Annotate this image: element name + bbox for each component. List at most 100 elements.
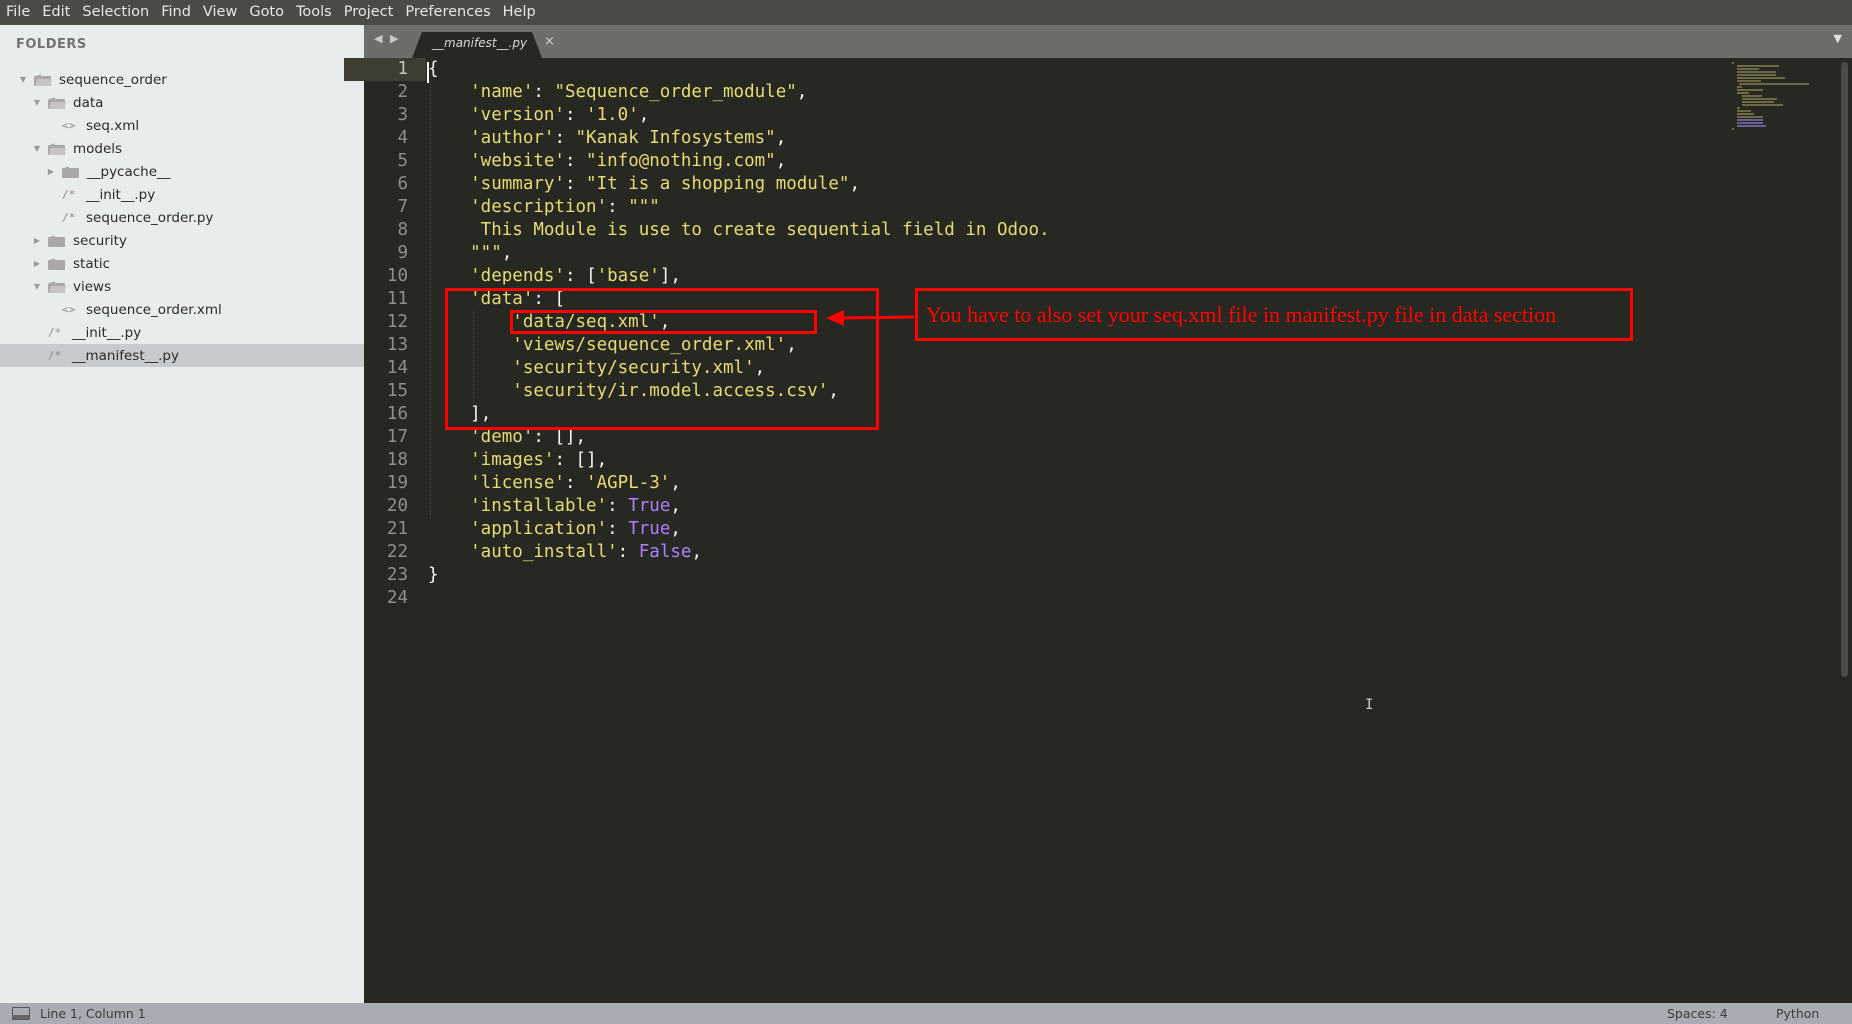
annotation-seq-xml-box [510, 310, 817, 334]
text-caret [427, 62, 429, 83]
tree-item-label: views [73, 278, 112, 295]
tree-item[interactable]: ▶ __pycache__ [0, 160, 364, 183]
disclosure-expanded-icon[interactable]: ▼ [32, 98, 42, 107]
tree-item[interactable]: ▼ data [0, 91, 364, 114]
tab-nav-arrows-icon[interactable]: ◀ ▶ [374, 32, 400, 45]
line-number: 16 [386, 404, 408, 424]
folder-icon [48, 234, 65, 247]
tree-item[interactable]: /* sequence_order.py [0, 206, 364, 229]
minimap-line [1737, 74, 1777, 76]
tree-item[interactable]: /* __init__.py [0, 183, 364, 206]
tree-item[interactable]: ▼ views [0, 275, 364, 298]
code-line[interactable]: } [428, 564, 439, 587]
line-number: 2 [397, 82, 408, 102]
code-line[interactable]: { [428, 58, 439, 81]
line-number: 19 [386, 473, 408, 493]
menu-tools[interactable]: Tools [290, 0, 338, 25]
disclosure-expanded-icon[interactable]: ▼ [32, 144, 42, 153]
menu-help[interactable]: Help [497, 0, 542, 25]
sidebar: FOLDERS ▼ sequence_order ▼ data <> seq.xml ▼ mo… [0, 25, 364, 1003]
line-number: 12 [386, 312, 408, 332]
menu-preferences[interactable]: Preferences [399, 0, 496, 25]
mouse-ibeam-cursor-icon: I [1365, 697, 1374, 713]
tree-item[interactable]: <> sequence_order.xml [0, 298, 364, 321]
minimap-line [1737, 71, 1777, 73]
code-line[interactable]: 'license': 'AGPL-3', [428, 472, 681, 495]
menu-selection[interactable]: Selection [76, 0, 155, 25]
code-line[interactable]: 'description': """ [428, 196, 660, 219]
disclosure-expanded-icon[interactable]: ▼ [18, 75, 28, 84]
python-file-icon: /* [48, 326, 62, 339]
tab-close-icon[interactable]: × [544, 34, 555, 49]
line-number: 18 [386, 450, 408, 470]
code-line[interactable]: 'website': "info@nothing.com", [428, 150, 786, 173]
line-number: 4 [397, 128, 408, 148]
minimap-line [1738, 83, 1809, 85]
minimap-line [1737, 86, 1743, 88]
arrow-shaft [837, 315, 915, 320]
arrow-head [826, 310, 844, 326]
code-line[interactable]: 'application': True, [428, 518, 681, 541]
tree-item-label: __pycache__ [87, 163, 171, 180]
indentation-setting[interactable]: Spaces: 4 [1667, 1006, 1728, 1021]
minimap[interactable] [1724, 58, 1834, 138]
tree-item-label: models [73, 140, 123, 157]
tree-item-label: sequence_order.py [86, 209, 214, 226]
code-line[interactable]: 'auto_install': False, [428, 541, 702, 564]
tree-item[interactable]: ▼ models [0, 137, 364, 160]
tree-item[interactable]: <> seq.xml [0, 114, 364, 137]
minimap-line [1737, 125, 1766, 127]
tree-item[interactable]: ▶ static [0, 252, 364, 275]
disclosure-expanded-icon[interactable]: ▼ [32, 282, 42, 291]
disclosure-collapsed-icon[interactable]: ▶ [32, 259, 42, 268]
folder-open-icon [34, 73, 52, 86]
menu-edit[interactable]: Edit [36, 0, 76, 25]
minimap-line [1742, 98, 1778, 100]
menu-bar: File Edit Selection Find View Goto Tools Projec… [0, 0, 1852, 25]
code-line[interactable]: 'depends': ['base'], [428, 265, 681, 288]
tree-item[interactable]: ▶ security [0, 229, 364, 252]
menu-file[interactable]: File [0, 0, 36, 25]
folder-open-icon [48, 280, 66, 293]
code-line[interactable]: 'version': '1.0', [428, 104, 649, 127]
menu-project[interactable]: Project [338, 0, 400, 25]
code-line[interactable]: 'author': "Kanak Infosystems", [428, 127, 786, 150]
line-number: 24 [386, 588, 408, 608]
tab-dropdown-icon[interactable]: ▼ [1834, 32, 1842, 45]
folder-icon [62, 165, 79, 178]
menu-goto[interactable]: Goto [243, 0, 290, 25]
line-number: 11 [386, 289, 408, 309]
menu-find[interactable]: Find [155, 0, 197, 25]
cursor-position: Line 1, Column 1 [40, 1006, 146, 1021]
code-line[interactable]: 'installable': True, [428, 495, 681, 518]
tree-item[interactable]: /* __manifest__.py [0, 344, 364, 367]
menu-view[interactable]: View [197, 0, 243, 25]
minimap-line [1737, 119, 1764, 121]
line-number: 3 [397, 105, 408, 125]
panel-toggle-icon[interactable] [12, 1007, 30, 1020]
disclosure-collapsed-icon[interactable]: ▶ [32, 236, 42, 245]
tree-item-label: seq.xml [86, 117, 140, 134]
status-bar: Line 1, Column 1 Spaces: 4 Python [0, 1003, 1852, 1024]
minimap-line [1737, 107, 1740, 109]
tab-label[interactable]: __manifest__.py [432, 36, 527, 50]
code-line[interactable]: 'summary': "It is a shopping module", [428, 173, 860, 196]
tree-item-label: security [73, 232, 127, 249]
minimap-line [1737, 65, 1779, 67]
code-line[interactable]: 'images': [], [428, 449, 607, 472]
vertical-scrollbar[interactable] [1841, 62, 1848, 677]
annotation-note-text: You have to also set your seq.xml file i… [926, 302, 1557, 327]
code-line[interactable]: """, [428, 242, 512, 265]
code-line[interactable]: 'name': "Sequence_order_module", [428, 81, 807, 104]
python-file-icon: /* [48, 349, 62, 362]
xml-file-icon: <> [62, 119, 76, 132]
tree-item-label: __manifest__.py [72, 347, 179, 364]
tree-item[interactable]: ▼ sequence_order [0, 68, 364, 91]
line-number: 15 [386, 381, 408, 401]
disclosure-collapsed-icon[interactable]: ▶ [46, 167, 56, 176]
line-number: 13 [386, 335, 408, 355]
line-number: 7 [397, 197, 408, 217]
syntax-selector[interactable]: Python [1776, 1006, 1819, 1021]
tree-item[interactable]: /* __init__.py [0, 321, 364, 344]
code-line[interactable]: This Module is use to create sequential … [428, 219, 1050, 242]
